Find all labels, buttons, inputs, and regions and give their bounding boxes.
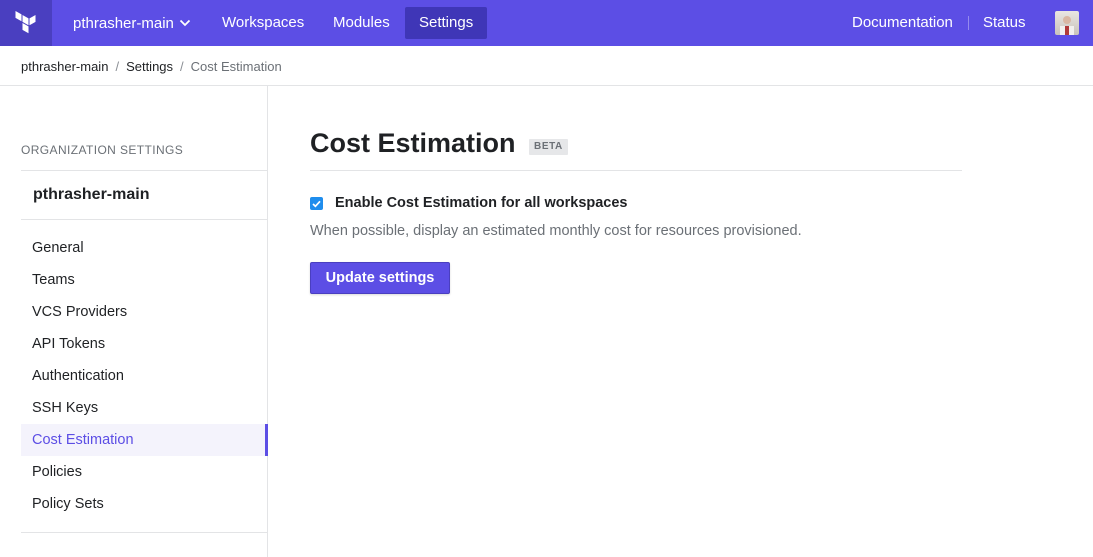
status-link[interactable]: Status (983, 0, 1026, 46)
sidebar-heading: ORGANIZATION SETTINGS (21, 143, 184, 157)
breadcrumb-org[interactable]: pthrasher-main (21, 59, 108, 74)
divider (21, 219, 267, 220)
nav-divider (968, 16, 969, 30)
breadcrumb: pthrasher-main / Settings / Cost Estimat… (21, 58, 282, 74)
breadcrumb-current: Cost Estimation (190, 58, 282, 74)
sidebar-item-ssh-keys[interactable]: SSH Keys (21, 392, 268, 424)
divider (21, 532, 267, 533)
top-nav-bar: pthrasher-main Workspaces Modules Settin… (0, 0, 1093, 46)
sidebar-item-api-tokens[interactable]: API Tokens (21, 328, 268, 360)
org-switcher-label: pthrasher-main (73, 14, 174, 32)
documentation-link[interactable]: Documentation (852, 0, 953, 46)
nav-settings[interactable]: Settings (405, 7, 488, 39)
breadcrumb-separator: / (115, 58, 120, 74)
sidebar-item-cost-estimation[interactable]: Cost Estimation (21, 424, 268, 456)
breadcrumb-settings[interactable]: Settings (126, 59, 173, 74)
chevron-down-icon (179, 19, 191, 27)
page-title: Cost Estimation (310, 128, 516, 158)
divider (21, 170, 267, 171)
checkmark-icon (312, 200, 321, 208)
org-switcher[interactable]: pthrasher-main (73, 0, 191, 46)
sidebar-item-authentication[interactable]: Authentication (21, 360, 268, 392)
avatar[interactable] (1055, 11, 1079, 35)
terraform-logo-icon[interactable] (0, 0, 52, 46)
breadcrumb-separator: / (180, 58, 184, 74)
nav-modules[interactable]: Modules (319, 7, 404, 39)
sidebar-item-teams[interactable]: Teams (21, 264, 268, 296)
help-text: When possible, display an estimated mont… (310, 223, 802, 239)
enable-cost-estimation-checkbox[interactable] (310, 197, 323, 210)
sidebar-menu: General Teams VCS Providers API Tokens A… (21, 232, 268, 520)
sidebar-org-name: pthrasher-main (33, 186, 150, 203)
sidebar-item-general[interactable]: General (21, 232, 268, 264)
beta-badge: BETA (529, 139, 568, 155)
settings-sidebar: ORGANIZATION SETTINGS pthrasher-main Gen… (0, 86, 268, 557)
sidebar-item-vcs-providers[interactable]: VCS Providers (21, 296, 268, 328)
divider (310, 170, 962, 171)
sidebar-item-policies[interactable]: Policies (21, 456, 268, 488)
update-settings-button[interactable]: Update settings (310, 262, 450, 294)
nav-workspaces[interactable]: Workspaces (208, 7, 318, 39)
sidebar-item-policy-sets[interactable]: Policy Sets (21, 488, 268, 520)
enable-cost-estimation-label[interactable]: Enable Cost Estimation for all workspace… (335, 195, 628, 211)
